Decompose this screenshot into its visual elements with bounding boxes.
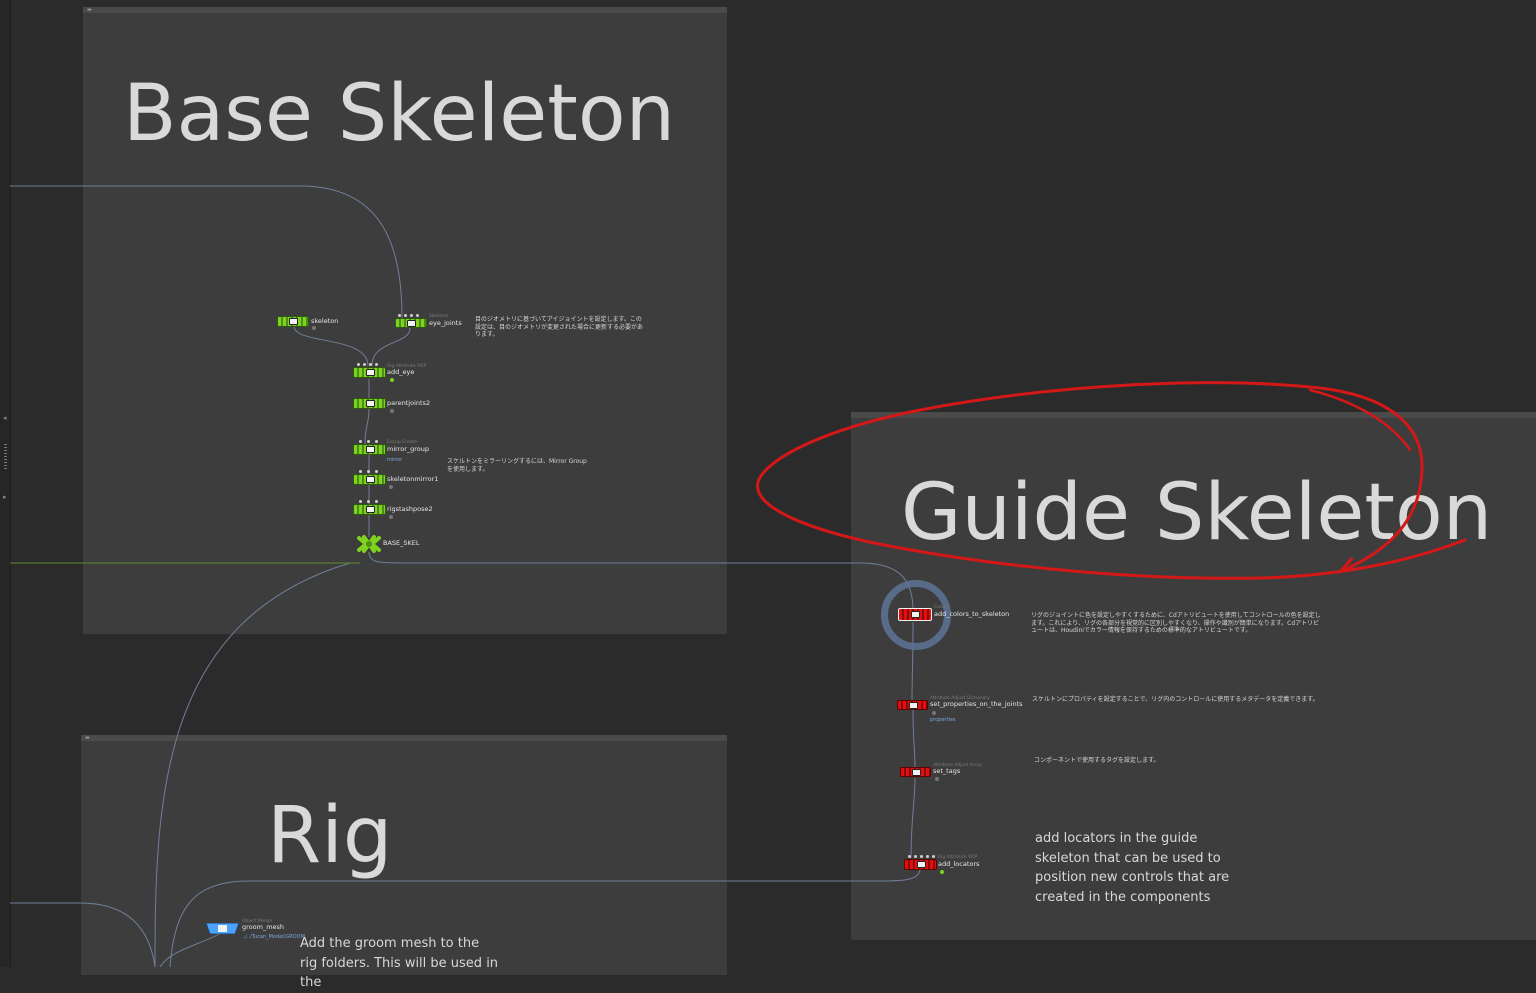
node-label: skeletonmirror1 <box>387 475 439 483</box>
node-label: skeleton <box>311 317 339 325</box>
wire <box>912 709 916 769</box>
wire <box>169 869 921 967</box>
wire <box>154 562 351 967</box>
sticky-note[interactable]: add locators in the guide skeleton that … <box>1035 829 1255 907</box>
node-label: groom_mesh <box>242 923 285 931</box>
sticky-note[interactable]: 目のジオメトリに基づいてアイジョイントを設定します。この設定は、目のジオメトリが… <box>475 316 645 339</box>
wire <box>10 185 403 319</box>
wire <box>910 777 916 859</box>
node-label: add_colors_to_skeleton <box>934 610 1010 618</box>
node-label: eye_joints <box>429 319 462 327</box>
object-merge-node-shape <box>206 923 239 934</box>
node-param: mirror <box>387 457 403 463</box>
wire <box>293 325 369 367</box>
wire <box>364 408 370 445</box>
node-label: rigstashpose2 <box>387 505 433 513</box>
node-label: mirror_group <box>387 445 430 453</box>
sticky-note[interactable]: リグのジョイントに色を設定しやすくするために、Cdアトリビュートを使用してコント… <box>1031 612 1323 635</box>
sticky-note[interactable]: スケルトンをミラーリングするには、Mirror Groupを使用します。 <box>447 458 592 473</box>
wire <box>368 551 914 609</box>
sticky-note[interactable]: コンポーネントで使用するタグを設定します。 <box>1034 757 1234 765</box>
node-label: parentjoints2 <box>387 399 431 407</box>
wire <box>10 902 156 967</box>
node-param: ../../Tucan_Model/GROOM <box>242 934 305 940</box>
node-label: set_tags <box>933 767 961 775</box>
wire <box>159 932 222 967</box>
wire <box>371 327 411 367</box>
node-label: add_locators <box>938 860 980 868</box>
node-label: add_eye <box>387 368 415 376</box>
null-output-icon <box>357 535 381 553</box>
sticky-note[interactable]: Add the groom mesh to the rig folders. T… <box>300 934 500 993</box>
node-param: properties <box>930 717 956 723</box>
node-wires <box>10 185 921 967</box>
sticky-note[interactable]: スケルトンにプロパティを設定することで、リグ内のコントロールに使用するメタデータ… <box>1032 696 1322 704</box>
node-label: BASE_SKEL <box>383 539 420 547</box>
node-label: set_properties_on_the_joints <box>930 700 1023 708</box>
